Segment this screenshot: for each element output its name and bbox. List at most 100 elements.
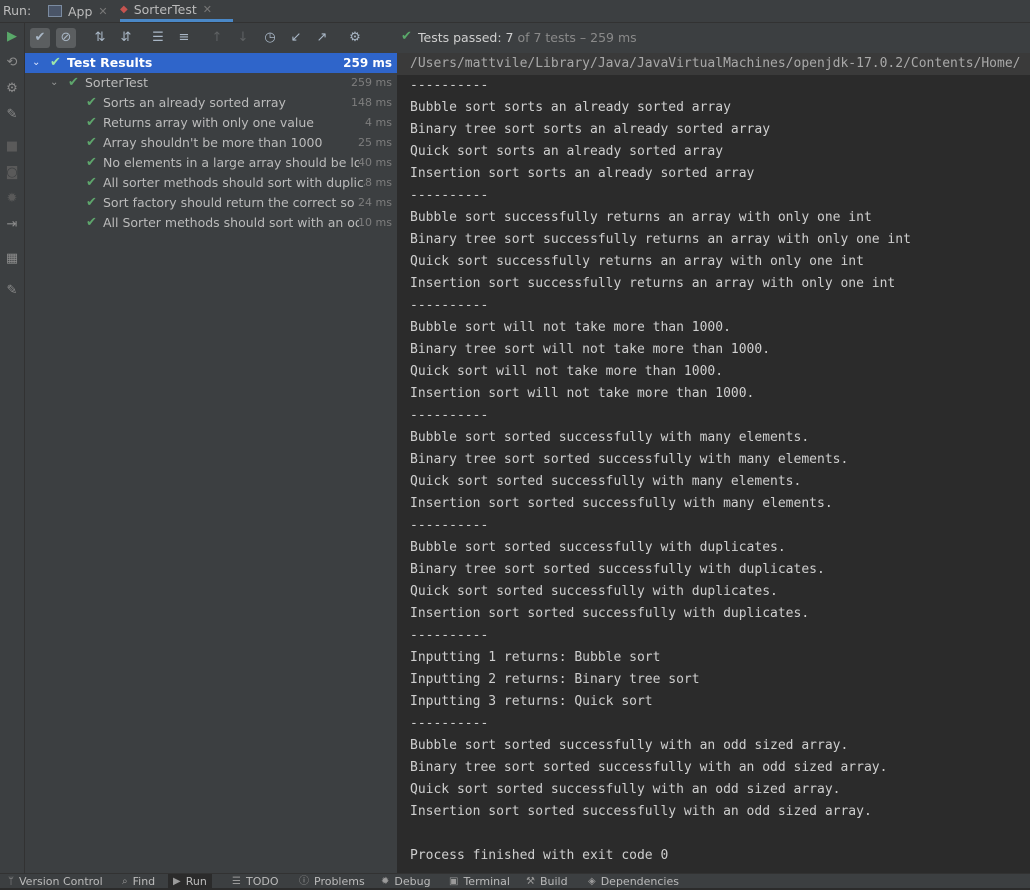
test-class-icon: ◆ bbox=[120, 4, 128, 15]
check-icon: ✔ bbox=[50, 55, 61, 70]
console-line: Insertion sort will not take more than 1… bbox=[410, 386, 755, 401]
java-path-text: /Users/mattvile/Library/Java/JavaVirtual… bbox=[410, 56, 1021, 71]
test-toolbar: ✔ ⊘ ⇅ ⇵ ☰ ≡ ↑ ↓ ◷ ↙ ↗ ⚙ bbox=[25, 23, 397, 54]
console-line: Quick sort sorted successfully with an o… bbox=[410, 782, 841, 797]
tool-run[interactable]: ▶ Run bbox=[168, 874, 212, 888]
console-line: Bubble sort successfully returns an arra… bbox=[410, 210, 872, 225]
bug-icon: ✹ bbox=[381, 876, 390, 887]
tab-sortertest[interactable]: ◆ SorterTest ✕ bbox=[120, 0, 233, 22]
stop-icon[interactable]: ■ bbox=[4, 139, 20, 155]
pin-icon[interactable]: ✎ bbox=[4, 283, 20, 299]
console-line: Bubble sort sorted successfully with an … bbox=[410, 738, 849, 753]
show-ignored-icon[interactable]: ⊘ bbox=[56, 28, 76, 48]
expand-all-icon[interactable]: ☰ bbox=[148, 28, 168, 48]
check-icon: ✔ bbox=[86, 155, 97, 170]
tool-todo[interactable]: ☰ TODO bbox=[232, 874, 278, 888]
console-line: Quick sort sorts an already sorted array bbox=[410, 144, 724, 159]
sort-by-duration-icon[interactable]: ⇵ bbox=[116, 28, 136, 48]
console-line: Binary tree sort sorts an already sorted… bbox=[410, 122, 771, 137]
tree-row-duration: 259 ms bbox=[351, 76, 392, 89]
next-failed-icon[interactable]: ↓ bbox=[233, 28, 253, 48]
exit-icon[interactable]: ⇥ bbox=[4, 217, 20, 233]
tool-dependencies[interactable]: ◈ Dependencies bbox=[588, 874, 679, 888]
console-line: ---------- bbox=[410, 188, 489, 203]
tree-row-label: All Sorter methods should sort with an o… bbox=[103, 215, 359, 230]
tree-row-duration: 4 ms bbox=[365, 116, 392, 129]
console-line: Quick sort sorted successfully with many… bbox=[410, 474, 802, 489]
list-icon: ☰ bbox=[232, 876, 241, 887]
tree-row-label: All sorter methods should sort with dupl… bbox=[103, 175, 365, 190]
check-icon: ✔ bbox=[68, 75, 79, 90]
show-passed-icon[interactable]: ✔ bbox=[30, 28, 50, 48]
tree-row-test[interactable]: ✔ Sorts an already sorted array 148 ms bbox=[25, 93, 397, 113]
tab-sortertest-label: SorterTest bbox=[133, 2, 197, 17]
tree-row-sortertest[interactable]: ⌄ ✔ SorterTest 259 ms bbox=[25, 73, 397, 93]
chevron-down-icon[interactable]: ⌄ bbox=[32, 53, 42, 73]
tree-row-label: SorterTest bbox=[85, 75, 149, 90]
console-output[interactable]: /Users/mattvile/Library/Java/JavaVirtual… bbox=[397, 53, 1030, 873]
tree-row-duration: 24 ms bbox=[358, 196, 392, 209]
tool-version-control[interactable]: ᛘ Version Control bbox=[8, 874, 103, 888]
chevron-down-icon[interactable]: ⌄ bbox=[50, 73, 60, 93]
import-tests-icon[interactable]: ↙ bbox=[286, 28, 306, 48]
check-icon: ✔ bbox=[86, 175, 97, 190]
console-line: Bubble sort will not take more than 1000… bbox=[410, 320, 731, 335]
tree-row-duration: 8 ms bbox=[365, 176, 392, 189]
console-line: Quick sort will not take more than 1000. bbox=[410, 364, 724, 379]
export-tests-icon[interactable]: ↗ bbox=[312, 28, 332, 48]
tab-app[interactable]: App ✕ bbox=[48, 0, 108, 22]
close-icon[interactable]: ✕ bbox=[98, 5, 107, 18]
rerun-failed-icon[interactable]: ⟲ bbox=[4, 55, 20, 71]
test-results-tree: ⌄ ✔ Test Results 259 ms ⌄ ✔ SorterTest 2… bbox=[25, 53, 398, 873]
console-line: Insertion sort sorted successfully with … bbox=[410, 804, 872, 819]
console-line: Inputting 1 returns: Bubble sort bbox=[410, 650, 661, 665]
console-line: Quick sort sorted successfully with dupl… bbox=[410, 584, 778, 599]
terminal-icon: ▣ bbox=[449, 876, 459, 887]
console-line: Quick sort successfully returns an array… bbox=[410, 254, 864, 269]
console-line: Bubble sort sorted successfully with dup… bbox=[410, 540, 786, 555]
sort-alphabetically-icon[interactable]: ⇅ bbox=[90, 28, 110, 48]
console-line: Binary tree sort sorted successfully wit… bbox=[410, 562, 825, 577]
tool-problems[interactable]: ⓘ Problems bbox=[299, 874, 365, 888]
tree-row-test[interactable]: ✔ All sorter methods should sort with du… bbox=[25, 173, 397, 193]
check-icon: ✔ bbox=[401, 29, 412, 44]
console-line: Binary tree sort successfully returns an… bbox=[410, 232, 911, 247]
tool-find[interactable]: ⌕ Find bbox=[122, 874, 155, 888]
console-line: Insertion sort sorted successfully with … bbox=[410, 496, 833, 511]
tree-row-label: Sorts an already sorted array bbox=[103, 95, 286, 110]
check-icon: ✔ bbox=[86, 95, 97, 110]
tool-build[interactable]: ⚒ Build bbox=[526, 874, 568, 888]
run-label: Run: bbox=[3, 3, 32, 18]
branch-icon: ᛘ bbox=[8, 876, 14, 887]
console-line: ---------- bbox=[410, 298, 489, 313]
info-icon: ⓘ bbox=[299, 876, 309, 887]
tool-terminal[interactable]: ▣ Terminal bbox=[449, 874, 510, 888]
layout-icon[interactable]: ▦ bbox=[4, 251, 20, 267]
console-line: ---------- bbox=[410, 518, 489, 533]
tree-row-test[interactable]: ✔ No elements in a large array should be… bbox=[25, 153, 397, 173]
close-icon[interactable]: ✕ bbox=[203, 3, 212, 16]
tool-debug[interactable]: ✹ Debug bbox=[381, 874, 431, 888]
rerun-icon[interactable]: ▶ bbox=[4, 29, 20, 45]
layers-icon: ◈ bbox=[588, 876, 596, 887]
console-line: Bubble sort sorts an already sorted arra… bbox=[410, 100, 731, 115]
gear-icon[interactable]: ✹ bbox=[4, 191, 20, 207]
camera-icon[interactable]: ◙ bbox=[4, 165, 20, 181]
tree-row-label: Test Results bbox=[67, 55, 153, 70]
previous-failed-icon[interactable]: ↑ bbox=[207, 28, 227, 48]
tree-row-duration: 10 ms bbox=[358, 216, 392, 229]
toggle-autotest-icon[interactable]: ⚙ bbox=[4, 81, 20, 97]
application-icon bbox=[48, 5, 62, 17]
wrench-icon[interactable]: ✎ bbox=[4, 107, 20, 123]
tree-row-test[interactable]: ✔ Returns array with only one value 4 ms bbox=[25, 113, 397, 133]
console-line: Insertion sort sorted successfully with … bbox=[410, 606, 810, 621]
tree-row-test-results[interactable]: ⌄ ✔ Test Results 259 ms bbox=[25, 53, 397, 73]
left-run-toolbar: ▶ ⟲ ⚙ ✎ ■ ◙ ✹ ⇥ ▦ ✎ bbox=[0, 23, 25, 873]
collapse-all-icon[interactable]: ≡ bbox=[174, 28, 194, 48]
tree-row-test[interactable]: ✔ All Sorter methods should sort with an… bbox=[25, 213, 397, 233]
settings-icon[interactable]: ⚙ bbox=[345, 28, 365, 48]
tree-row-test[interactable]: ✔ Array shouldn't be more than 1000 25 m… bbox=[25, 133, 397, 153]
tree-row-test[interactable]: ✔ Sort factory should return the correct… bbox=[25, 193, 397, 213]
check-icon: ✔ bbox=[86, 115, 97, 130]
history-icon[interactable]: ◷ bbox=[260, 28, 280, 48]
